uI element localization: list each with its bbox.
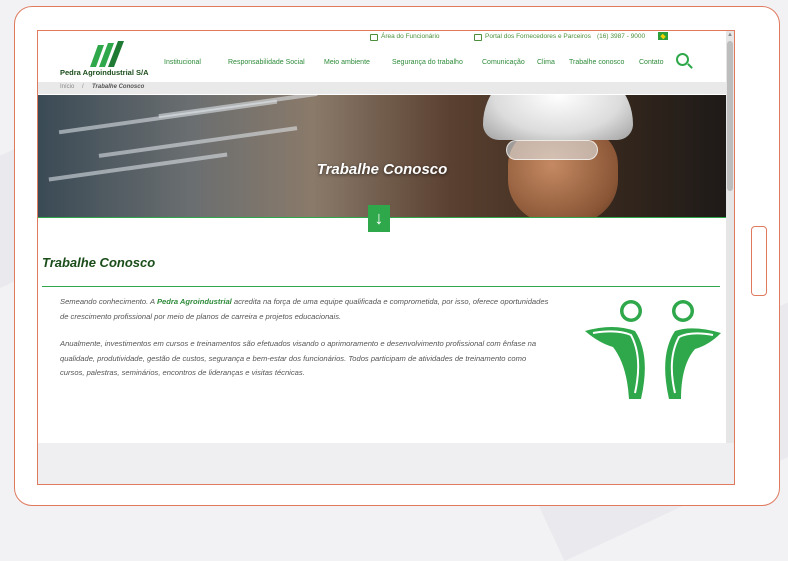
- search-icon[interactable]: [676, 53, 689, 66]
- page-scrollbar[interactable]: ▲: [726, 31, 734, 443]
- tablet-screen: Área do Funcionário Portal dos Fornecedo…: [37, 30, 735, 485]
- nav-item-institucional[interactable]: Institucional: [164, 59, 201, 66]
- heading-divider: [42, 286, 720, 287]
- breadcrumb: Início / Trabalhe Conosco: [38, 82, 726, 94]
- people-mascot-icon: [585, 300, 721, 399]
- intro-paragraph: Semeando conhecimento. A Pedra Agroindus…: [60, 297, 549, 321]
- scroll-up-icon[interactable]: ▲: [726, 31, 734, 39]
- web-page: Área do Funcionário Portal dos Fornecedo…: [38, 31, 726, 443]
- lock-icon: [370, 34, 378, 41]
- hero-decoration: [158, 95, 318, 119]
- hero-banner: Trabalhe Conosco: [38, 95, 726, 217]
- nav-item-responsabilidade-social[interactable]: Responsabilidade Social: [228, 59, 305, 66]
- nav-item-trabalhe-conosco[interactable]: Trabalhe conosco: [569, 59, 624, 66]
- nav-item-clima[interactable]: Clima: [537, 59, 555, 66]
- training-paragraph: Anualmente, investimentos em cursos e tr…: [60, 339, 537, 377]
- hero-worker-glasses: [506, 140, 598, 160]
- breadcrumb-current: Trabalhe Conosco: [92, 84, 145, 90]
- nav-item-seguranca-do-trabalho[interactable]: Segurança do trabalho: [392, 59, 463, 66]
- page-heading: Trabalhe Conosco: [42, 255, 156, 270]
- nav-item-meio-ambiente[interactable]: Meio ambiente: [324, 59, 370, 66]
- breadcrumb-separator: /: [82, 84, 84, 90]
- hero-decoration: [98, 126, 298, 158]
- tablet-home-button[interactable]: [751, 226, 767, 296]
- lock-icon: [474, 34, 482, 41]
- employee-area-link[interactable]: Área do Funcionário: [370, 33, 440, 41]
- nav-item-contato[interactable]: Contato: [639, 59, 664, 66]
- phone-number: (16) 3987 - 9000: [597, 33, 646, 40]
- nav-item-comunicacao[interactable]: Comunicação: [482, 59, 525, 66]
- breadcrumb-home[interactable]: Início: [60, 84, 74, 90]
- scroll-down-arrow-icon[interactable]: ↓: [368, 205, 390, 232]
- hero-worker-helmet: [483, 95, 633, 140]
- scrollbar-thumb[interactable]: [727, 41, 733, 191]
- hero-title: Trabalhe Conosco: [316, 161, 448, 178]
- brazil-flag-icon[interactable]: [658, 32, 668, 40]
- company-name: Pedra Agroindustrial S/A: [60, 68, 149, 77]
- supplier-portal-link[interactable]: Portal dos Fornecedores e Parceiros: [474, 33, 591, 41]
